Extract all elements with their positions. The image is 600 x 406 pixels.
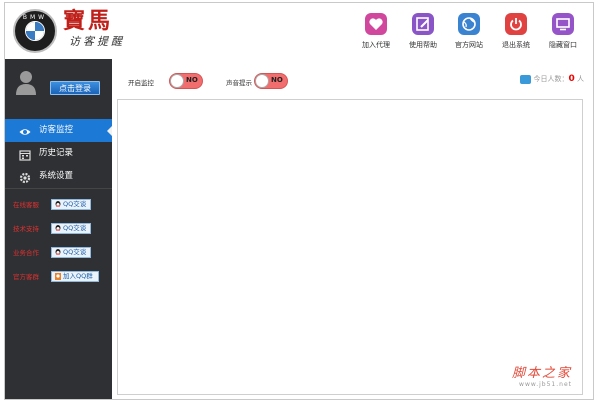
monitor-toggle[interactable]: NO bbox=[169, 73, 203, 89]
monitor-toggle-label: 开启监控 bbox=[128, 79, 154, 87]
monitor-toggle-state: NO bbox=[186, 76, 198, 84]
contact-label: 官方客群 bbox=[13, 273, 39, 281]
menu-item-label: 系统设置 bbox=[39, 171, 74, 181]
website-label: 官方网站 bbox=[455, 41, 483, 49]
menu-item-label: 历史记录 bbox=[39, 148, 74, 158]
hide-window-label: 隐藏窗口 bbox=[549, 41, 577, 49]
visitors-count: 0 bbox=[568, 74, 575, 84]
watermark-main: 脚本之家 bbox=[511, 366, 572, 381]
exit-button[interactable]: 退出系统 bbox=[493, 13, 539, 50]
header: BMW 寶馬 访客提醒 加入代理 使用帮助 官方网站 退出系统 隐藏窗口 bbox=[5, 3, 593, 59]
login-button[interactable]: 点击登录 bbox=[50, 81, 100, 95]
logo-roundel bbox=[25, 21, 45, 41]
qq-button-label: QQ交谈 bbox=[63, 248, 87, 256]
logo-text: BMW bbox=[22, 14, 48, 21]
add-agent-label: 加入代理 bbox=[362, 41, 390, 49]
join-qq-group-button[interactable]: 加入QQ群 bbox=[51, 271, 99, 282]
toggle-knob bbox=[255, 74, 269, 88]
contact-label: 在线客服 bbox=[13, 201, 39, 209]
visitor-monitor-panel: 脚本之家 www.jb51.net bbox=[117, 99, 583, 395]
qq-icon bbox=[55, 201, 61, 208]
active-indicator bbox=[107, 126, 112, 136]
watermark: 脚本之家 www.jb51.net bbox=[512, 362, 572, 388]
sidebar-divider bbox=[5, 188, 112, 189]
sidebar: 点击登录 访客监控 历史记录 系统设置 在线客服 QQ交谈 技术支持 QQ交谈 … bbox=[5, 59, 112, 399]
contact-label: 技术支持 bbox=[13, 225, 39, 233]
power-icon bbox=[505, 13, 527, 35]
brand-name: 寶馬 bbox=[63, 8, 114, 34]
add-agent-button[interactable]: 加入代理 bbox=[353, 13, 399, 50]
today-visitors: 今日人数：0 人 bbox=[519, 74, 584, 84]
brand-title: 寶馬 访客提醒 bbox=[63, 9, 125, 49]
qq-chat-button[interactable]: QQ交谈 bbox=[51, 247, 91, 258]
sound-toggle[interactable]: NO bbox=[254, 73, 288, 89]
hide-window-button[interactable]: 隐藏窗口 bbox=[540, 13, 586, 50]
help-label: 使用帮助 bbox=[409, 41, 437, 49]
user-avatar-icon bbox=[15, 69, 37, 95]
qq-group-icon bbox=[55, 273, 61, 280]
website-button[interactable]: 官方网站 bbox=[446, 13, 492, 50]
sound-toggle-label: 声音提示 bbox=[226, 79, 252, 87]
qq-button-label: QQ交谈 bbox=[63, 200, 87, 208]
qq-button-label: QQ交谈 bbox=[63, 224, 87, 232]
gear-icon bbox=[19, 171, 31, 184]
menu-item-settings[interactable]: 系统设置 bbox=[5, 165, 112, 188]
qq-icon bbox=[55, 225, 61, 232]
qq-button-label: 加入QQ群 bbox=[63, 272, 93, 280]
chat-icon bbox=[519, 74, 531, 84]
qq-icon bbox=[55, 249, 61, 256]
monitor-icon bbox=[552, 13, 574, 35]
menu-item-history[interactable]: 历史记录 bbox=[5, 142, 112, 165]
help-button[interactable]: 使用帮助 bbox=[400, 13, 446, 50]
contact-label: 业务合作 bbox=[13, 249, 39, 257]
visitors-unit: 人 bbox=[577, 75, 584, 83]
menu-item-visitor-monitor[interactable]: 访客监控 bbox=[5, 119, 112, 142]
menu-item-label: 访客监控 bbox=[39, 125, 74, 135]
toggle-knob bbox=[170, 74, 184, 88]
monitor-toolbar: 开启监控 NO 声音提示 NO 今日人数：0 人 bbox=[118, 66, 590, 96]
brand-subtitle: 访客提醒 bbox=[69, 35, 125, 48]
app-window: BMW 寶馬 访客提醒 加入代理 使用帮助 官方网站 退出系统 隐藏窗口 点击登… bbox=[4, 2, 594, 400]
heart-icon bbox=[365, 13, 387, 35]
calendar-icon bbox=[19, 148, 31, 161]
eye-icon bbox=[19, 125, 31, 137]
globe-icon bbox=[458, 13, 480, 35]
qq-chat-button[interactable]: QQ交谈 bbox=[51, 223, 91, 234]
exit-label: 退出系统 bbox=[502, 41, 530, 49]
bmw-logo: BMW bbox=[13, 9, 57, 53]
qq-chat-button[interactable]: QQ交谈 bbox=[51, 199, 91, 210]
sound-toggle-state: NO bbox=[271, 76, 283, 84]
visitors-label: 今日人数： bbox=[533, 75, 569, 83]
edit-icon bbox=[412, 13, 434, 35]
watermark-url: www.jb51.net bbox=[519, 381, 572, 388]
